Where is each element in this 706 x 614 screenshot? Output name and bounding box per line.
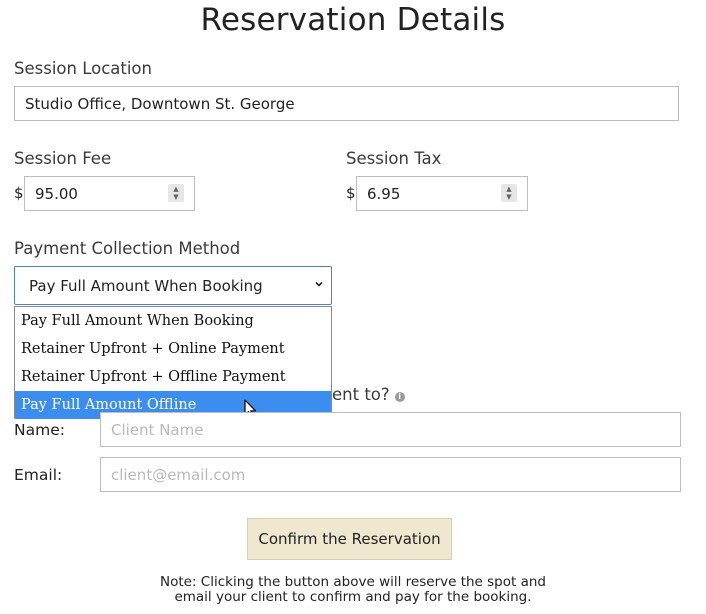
booking-note-line2: email your client to confirm and pay for… bbox=[174, 589, 532, 605]
client-email-input[interactable]: client@email.com bbox=[100, 457, 681, 492]
session-tax-currency: $ bbox=[346, 184, 356, 202]
session-fee-value: 95.00 bbox=[35, 184, 78, 203]
session-location-input[interactable]: Studio Office, Downtown St. George bbox=[14, 86, 679, 121]
send-to-label-text: ent to? bbox=[332, 385, 390, 404]
info-icon[interactable]: i bbox=[394, 392, 405, 402]
payment-method-select[interactable]: Pay Full Amount When Booking bbox=[14, 266, 332, 305]
session-tax-spinner[interactable]: ▲ ▼ bbox=[501, 184, 517, 202]
session-tax-label: Session Tax bbox=[346, 149, 442, 168]
session-tax-input[interactable]: 6.95 ▲ ▼ bbox=[356, 176, 528, 211]
session-fee-label: Session Fee bbox=[14, 149, 112, 168]
session-tax-value: 6.95 bbox=[367, 184, 401, 203]
spinner-up-icon[interactable]: ▲ bbox=[173, 185, 178, 193]
booking-note: Note: Clicking the button above will res… bbox=[0, 575, 706, 605]
session-location-label: Session Location bbox=[14, 59, 152, 78]
client-name-input[interactable]: Client Name bbox=[100, 412, 681, 447]
chevron-down-icon bbox=[315, 281, 323, 287]
spinner-down-icon[interactable]: ▼ bbox=[506, 193, 511, 201]
session-location-value: Studio Office, Downtown St. George bbox=[25, 94, 295, 113]
payment-option[interactable]: Retainer Upfront + Offline Payment bbox=[15, 363, 331, 391]
page-title: Reservation Details bbox=[200, 2, 506, 38]
session-fee-input[interactable]: 95.00 ▲ ▼ bbox=[24, 176, 195, 211]
spinner-up-icon[interactable]: ▲ bbox=[506, 185, 511, 193]
payment-option[interactable]: Retainer Upfront + Online Payment bbox=[15, 335, 331, 363]
client-email-placeholder: client@email.com bbox=[111, 465, 246, 484]
client-name-label: Name: bbox=[14, 421, 65, 439]
session-fee-spinner[interactable]: ▲ ▼ bbox=[168, 184, 184, 202]
session-fee-currency: $ bbox=[14, 184, 24, 202]
payment-option[interactable]: Pay Full Amount When Booking bbox=[15, 307, 331, 335]
payment-method-dropdown: Pay Full Amount When Booking Retainer Up… bbox=[14, 306, 332, 419]
booking-note-line1: Note: Clicking the button above will res… bbox=[160, 574, 546, 590]
client-name-placeholder: Client Name bbox=[111, 420, 204, 439]
payment-method-label: Payment Collection Method bbox=[14, 239, 241, 258]
confirm-reservation-button[interactable]: Confirm the Reservation bbox=[247, 518, 452, 560]
spinner-down-icon[interactable]: ▼ bbox=[173, 193, 178, 201]
payment-method-selected: Pay Full Amount When Booking bbox=[29, 276, 263, 295]
client-email-label: Email: bbox=[14, 466, 63, 484]
